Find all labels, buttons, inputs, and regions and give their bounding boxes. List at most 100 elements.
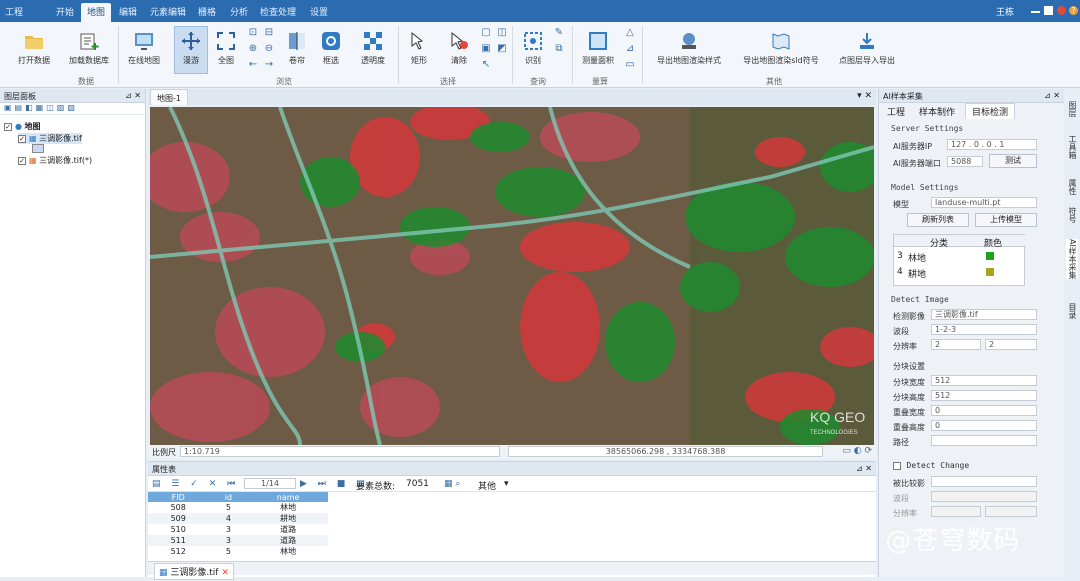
split-width-input[interactable]: 512 [931, 375, 1037, 386]
online-map-button[interactable]: 在线地图 [124, 30, 164, 66]
other-dropdown[interactable]: 其他 [478, 479, 496, 492]
measure-area-button[interactable]: 测量面积 [578, 30, 618, 66]
select-tool-icon[interactable]: ▣ [480, 43, 492, 55]
back-icon[interactable]: ← [247, 59, 259, 71]
map-tab[interactable]: 地图-1 [150, 89, 188, 105]
select-tool-icon[interactable]: ◫ [496, 27, 508, 39]
select-tool-icon[interactable]: ▢ [480, 27, 492, 39]
detect-image-select[interactable]: 三调影像.tif [931, 309, 1037, 320]
tab-analysis[interactable]: 分析 [230, 5, 248, 18]
ip-input[interactable]: 127 . 0 . 0 . 1 [947, 139, 1037, 150]
band2-select[interactable] [931, 491, 1037, 502]
identify-button[interactable]: 识别 [520, 30, 546, 66]
map-tab-close-icon[interactable]: ▾ ✕ [857, 91, 872, 101]
model-select[interactable]: landuse-multi.pt [931, 197, 1037, 208]
pin-close-icon[interactable]: ⊿ ✕ [1044, 91, 1060, 100]
table-row[interactable]: 510 3 道路 [148, 524, 328, 535]
detect-change-row[interactable]: Detect Change [893, 461, 969, 470]
swipe-button[interactable]: 卷帘 [284, 30, 310, 66]
split-height-input[interactable]: 512 [931, 390, 1037, 401]
full-extent-button[interactable]: 全图 [213, 30, 239, 66]
side-tab-catalog[interactable]: 目录 [1066, 303, 1078, 319]
load-database-button[interactable]: 加载数据库 [62, 30, 116, 66]
upload-model-button[interactable]: 上传模型 [975, 213, 1037, 227]
pan-button[interactable]: 漫游 [174, 26, 208, 74]
class-color-swatch[interactable] [986, 252, 994, 260]
pin-close-icon[interactable]: ⊿ ✕ [125, 91, 141, 100]
class-row[interactable]: 3 林地 [894, 249, 1026, 264]
test-button[interactable]: 测试 [989, 154, 1037, 168]
rect-select-button[interactable]: 矩形 [406, 30, 432, 66]
close-icon[interactable]: ✕ [221, 568, 229, 578]
clear-button[interactable]: 清除 [446, 30, 472, 66]
checkbox[interactable]: ✓ [18, 156, 26, 165]
page-input[interactable]: 1/14 [244, 478, 296, 489]
table-row[interactable]: 511 3 道路 [148, 535, 328, 546]
transparency-button[interactable]: 透明度 [356, 30, 390, 66]
close-icon[interactable] [1057, 6, 1066, 15]
select-tool-icon[interactable]: ↖ [480, 59, 492, 71]
side-tab-layers[interactable]: 图层 [1066, 101, 1078, 117]
select-tool-icon[interactable]: ◩ [496, 43, 508, 55]
table-tool-icons[interactable]: ▤ ☰ ✓ ✕ ⏮ ◀ [152, 479, 257, 489]
tab-sample-making[interactable]: 样本制作 [919, 105, 955, 118]
tree-layer-1[interactable]: ✓ ▦ 三调影像.tif [18, 133, 82, 144]
checkbox[interactable]: ✓ [4, 122, 12, 131]
table-row[interactable]: 508 5 林地 [148, 502, 328, 513]
detect-change-checkbox[interactable] [893, 461, 901, 470]
tab-element-edit[interactable]: 元素编辑 [150, 5, 186, 18]
export-render-style-button[interactable]: 导出地图渲染样式 [648, 30, 730, 66]
refresh-list-button[interactable]: 刷新列表 [907, 213, 969, 227]
point-layer-import-export-button[interactable]: 点图层导入导出 [832, 30, 902, 66]
tab-project[interactable]: 工程 [887, 105, 905, 118]
side-tab-symbols[interactable]: 符号 [1066, 207, 1078, 223]
overlap-width-input[interactable]: 0 [931, 405, 1037, 416]
resolution2-x-input[interactable] [931, 506, 981, 517]
overlap-height-input[interactable]: 0 [931, 420, 1037, 431]
zoom-in-icon[interactable]: ⊕ [247, 43, 259, 55]
resolution2-y-input[interactable] [985, 506, 1037, 517]
tab-check[interactable]: 检查处理 [260, 5, 296, 18]
open-data-button[interactable]: 打开数据 [14, 30, 54, 66]
map-canvas[interactable]: KQ GEO TECHNOLOGIES [150, 107, 874, 445]
band-select[interactable]: 1-2-3 [931, 324, 1037, 335]
export-sld-button[interactable]: 导出地图渲染sld符号 [736, 30, 826, 66]
resolution-y-input[interactable]: 2 [985, 339, 1037, 350]
column-header[interactable]: name [248, 492, 328, 502]
maximize-icon[interactable] [1044, 6, 1053, 15]
tab-start[interactable]: 开始 [56, 5, 74, 18]
filter-icons[interactable]: ▦ ⌕ [444, 479, 460, 489]
port-input[interactable]: 5088 [947, 156, 983, 167]
flash-button[interactable]: 框选 [318, 30, 344, 66]
scale-input[interactable]: 1:10.719 [180, 446, 500, 457]
measure-tool-icon[interactable]: ⊿ [624, 43, 636, 55]
help-icon[interactable]: ? [1069, 6, 1078, 15]
forward-icon[interactable]: → [263, 59, 275, 71]
tree-layer-2[interactable]: ✓ ▦ 三调影像.tif(*) [18, 155, 92, 166]
tree-root-map[interactable]: ✓ ● 地图 [4, 121, 41, 132]
minimize-icon[interactable] [1031, 11, 1040, 13]
zoom-box-out-icon[interactable]: ⊟ [263, 27, 275, 39]
column-header[interactable]: FID [148, 492, 209, 502]
table-row[interactable]: 512 5 林地 [148, 546, 328, 557]
query-tool-icon[interactable]: ⧉ [553, 43, 565, 55]
pin-close-icon[interactable]: ⊿ ✕ [856, 464, 872, 473]
tab-project[interactable]: 工程 [5, 5, 23, 18]
query-tool-icon[interactable]: ✎ [553, 27, 565, 39]
tab-edit[interactable]: 编辑 [119, 5, 137, 18]
measure-tool-icon[interactable]: ▭ [624, 59, 636, 71]
class-color-swatch[interactable] [986, 268, 994, 276]
side-tab-attributes[interactable]: 属性 [1066, 179, 1078, 195]
tab-settings[interactable]: 设置 [310, 5, 328, 18]
side-tab-ai-sample[interactable]: AI样本采集 [1066, 239, 1078, 279]
measure-tool-icon[interactable]: △ [624, 27, 636, 39]
chevron-down-icon[interactable]: ▾ [504, 479, 509, 489]
zoom-box-icon[interactable]: ⊡ [247, 27, 259, 39]
status-tool-icons[interactable]: ▭ ◐ ⟳ [842, 446, 872, 456]
layer-toolbar[interactable]: ▣▤◧▦◫▧▨ [0, 103, 145, 115]
resolution-x-input[interactable]: 2 [931, 339, 981, 350]
tab-map[interactable]: 地图 [81, 3, 112, 22]
tab-raster[interactable]: 栅格 [198, 5, 216, 18]
zoom-out-icon[interactable]: ⊖ [263, 43, 275, 55]
attribute-tab[interactable]: ▦ 三调影像.tif ✕ [154, 563, 234, 580]
